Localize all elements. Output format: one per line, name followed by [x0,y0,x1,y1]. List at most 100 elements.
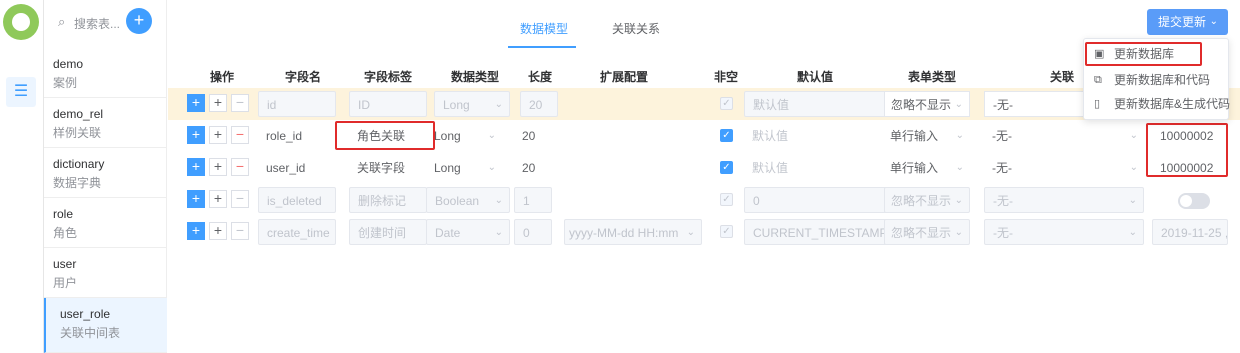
form-type-select[interactable]: 单行输入 ⌄ [884,155,970,181]
length-input[interactable]: 20 [520,91,558,117]
relation-select[interactable]: -无- ⌄ [984,123,1144,149]
field-name-input[interactable]: is_deleted [258,187,336,213]
sidebar-item-name: user_role [60,307,111,321]
insert-row-button[interactable]: + [209,94,227,112]
default-input[interactable]: 默认值 [744,123,887,149]
not-null-checkbox[interactable]: ✓ [720,193,733,206]
table-list-icon[interactable]: ☰ [6,77,36,107]
chevron-down-icon: ⌄ [954,99,963,110]
move-icon[interactable]: + [187,222,205,240]
type-select[interactable]: Long ⌄ [426,155,502,181]
delete-row-button[interactable]: − [231,158,249,176]
not-null-checkbox[interactable]: ✓ [720,161,733,174]
move-icon[interactable]: + [187,158,205,176]
move-icon[interactable]: + [187,94,205,112]
chevron-down-icon: ⌄ [1129,130,1138,141]
field-name-input[interactable]: user_id [258,155,336,181]
header-type: 数据类型 [451,70,500,84]
relation-select[interactable]: -无- ⌄ [984,219,1144,245]
sidebar-item-label: 关联中间表 [60,326,121,340]
length-input[interactable]: 0 [514,219,552,245]
sidebar-item[interactable]: role 角色 [44,198,167,248]
insert-row-button[interactable]: + [209,126,227,144]
length-input[interactable]: 20 [514,155,552,181]
relation-select[interactable]: -无- ⌄ [984,155,1144,181]
file-icon: ▯ [1094,98,1101,110]
table-row: + + − id ID Long ⌄ 20 ✓ 默认值 忽略不显示 ⌄ -无- [168,88,1240,120]
add-table-button[interactable]: + [126,8,152,34]
sidebar-item[interactable]: demo 案例 [44,48,167,98]
menu-item-label: 更新数据库 [1114,47,1175,61]
length-input[interactable]: 1 [514,187,552,213]
submit-update-button[interactable]: 提交更新 ⌄ [1147,9,1228,35]
table-row: + + − user_id 关联字段 Long ⌄ 20 ✓ 默认值 单行输入 ⌄ … [168,152,1240,184]
relation-target-input[interactable]: 2019-11-25 , [1152,219,1228,245]
toggle-switch[interactable] [1178,193,1210,209]
relation-select[interactable]: -无- [984,91,1084,117]
header-notnull: 非空 [714,70,739,84]
form-type-select[interactable]: 忽略不显示 ⌄ [884,187,970,213]
menu-item-update-db-code[interactable]: ⧉ 更新数据库和代码 [1084,68,1230,92]
field-label-input[interactable]: 创建时间 [349,219,427,245]
plus-icon: + [133,10,145,30]
sidebar-item[interactable]: user 用户 [44,248,167,298]
delete-row-button[interactable]: − [231,94,249,112]
type-value: Date [435,226,461,240]
length-input[interactable]: 20 [514,123,552,149]
menu-item-update-db[interactable]: ▣ 更新数据库 [1084,42,1230,66]
sidebar-item[interactable]: dictionary 数据字典 [44,148,167,198]
chevron-down-icon: ⌄ [494,227,503,238]
delete-row-button[interactable]: − [231,126,249,144]
type-value: Long [443,98,470,112]
move-icon[interactable]: + [187,190,205,208]
default-input[interactable]: 0 [744,187,887,213]
form-type-select[interactable]: 单行输入 ⌄ [884,123,970,149]
type-value: Long [434,161,461,175]
default-input[interactable]: CURRENT_TIMESTAMP [744,219,887,245]
type-select[interactable]: Long ⌄ [434,91,510,117]
default-input[interactable]: 默认值 [744,155,887,181]
field-name-input[interactable]: id [258,91,336,117]
insert-row-button[interactable]: + [209,222,227,240]
field-label-input[interactable]: 关联字段 [349,155,427,181]
chevron-down-icon: ⌄ [487,130,496,141]
form-type-select[interactable]: 忽略不显示 ⌄ [884,219,970,245]
relation-target-input[interactable]: 10000002 [1152,155,1224,181]
header-field: 字段名 [285,70,322,84]
insert-row-button[interactable]: + [209,190,227,208]
delete-row-button[interactable]: − [231,222,249,240]
form-type-select[interactable]: 忽略不显示 ⌄ [884,91,970,117]
menu-item-label: 更新数据库和代码 [1114,73,1211,87]
field-name-input[interactable]: create_time [258,219,336,245]
header-relation: 关联 [1050,70,1075,84]
tab-relations[interactable]: 关联关系 [612,20,660,37]
type-select[interactable]: Boolean ⌄ [426,187,510,213]
type-select[interactable]: Long ⌄ [426,123,502,149]
insert-row-button[interactable]: + [209,158,227,176]
relation-select[interactable]: -无- ⌄ [984,187,1144,213]
type-select[interactable]: Date ⌄ [426,219,510,245]
ext-config-select[interactable]: yyyy-MM-dd HH:mm ⌄ [564,219,702,245]
default-input[interactable]: 默认值 [744,91,887,117]
menu-item-update-db-gen[interactable]: ▯ 更新数据库&生成代码 [1084,92,1230,116]
sidebar-item-name: dictionary [53,157,105,171]
not-null-checkbox[interactable]: ✓ [720,225,733,238]
tab-active-indicator [508,46,576,48]
field-label-input[interactable]: 角色关联 [349,123,427,149]
not-null-checkbox[interactable]: ✓ [720,129,733,142]
sidebar-item[interactable]: demo_rel 样例关联 [44,98,167,148]
delete-row-button[interactable]: − [231,190,249,208]
header-length: 长度 [528,70,553,84]
field-name-input[interactable]: role_id [258,123,336,149]
move-icon[interactable]: + [187,126,205,144]
header-ops: 操作 [210,70,235,84]
menu-item-label: 更新数据库&生成代码 [1114,97,1231,111]
field-label-input[interactable]: ID [349,91,427,117]
sidebar-item-active[interactable]: user_role 关联中间表 [44,298,167,353]
relation-target-input[interactable]: 10000002 [1152,123,1224,149]
tab-data-model[interactable]: 数据模型 [520,20,568,37]
not-null-checkbox[interactable]: ✓ [720,97,733,110]
sidebar-item-label: 角色 [53,226,78,240]
search-icon: ⌕ [58,14,66,29]
field-label-input[interactable]: 删除标记 [349,187,427,213]
